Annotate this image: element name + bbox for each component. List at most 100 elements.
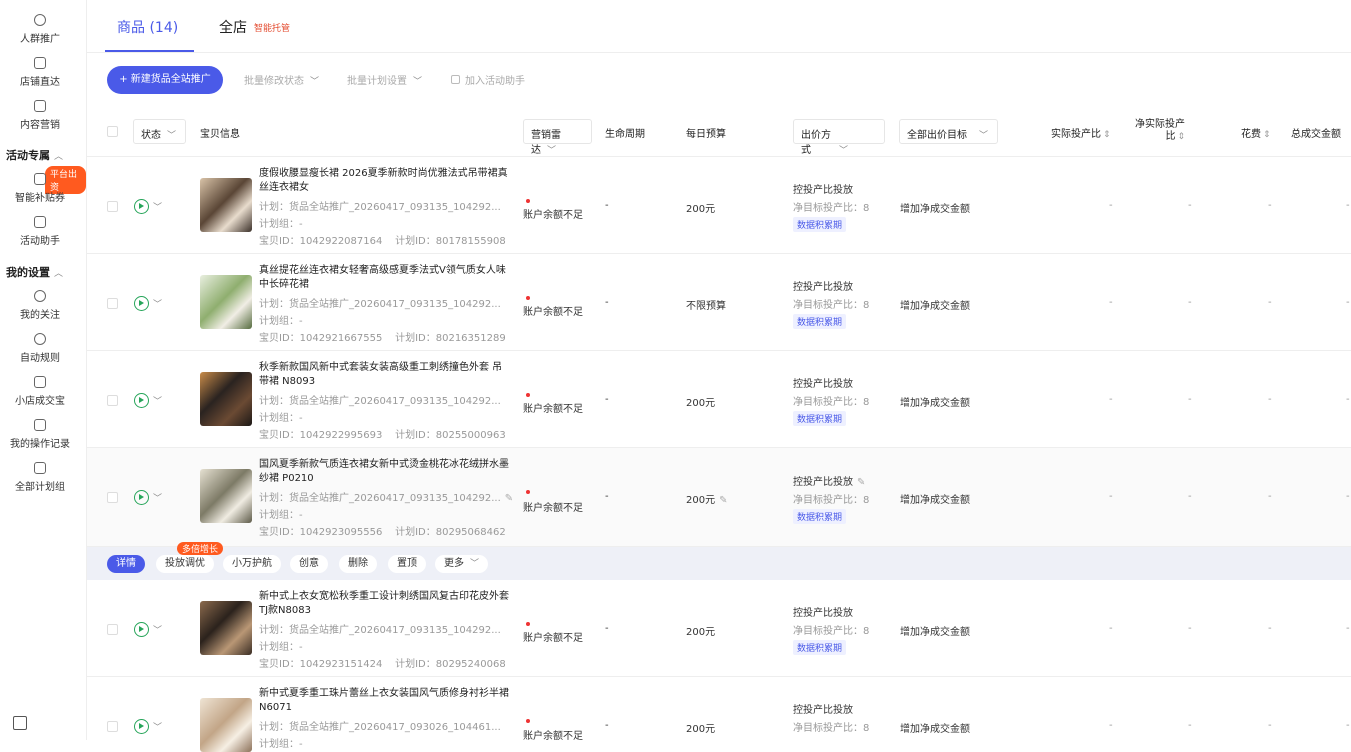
spend-value: -	[1268, 297, 1272, 308]
add-activity-label: 加入活动助手	[465, 76, 525, 87]
pin-button[interactable]: 置顶	[388, 555, 426, 573]
bid-target-header: 全部出价目标	[907, 130, 967, 141]
chevron-down-icon[interactable]: ﹀	[153, 200, 162, 213]
record-icon	[34, 419, 46, 431]
gmv-value: -	[1346, 200, 1350, 211]
status-dot	[526, 393, 530, 397]
more-label: 更多	[444, 558, 464, 569]
net-roi-header[interactable]: 净实际投产比 ⇕	[1130, 119, 1185, 143]
status-dot	[526, 296, 530, 300]
item-id: 宝贝ID：1042921667555	[259, 333, 383, 344]
sidebar-item-content[interactable]: 内容营销	[0, 100, 80, 131]
section-settings-label: 我的设置	[6, 266, 50, 279]
table-row[interactable]: ﹀ 度假收腰显瘦长裙 2026夏季新款时尚优雅法式吊带裙真丝连衣裙女 计划：货品…	[87, 157, 1351, 254]
product-title[interactable]: 新中式上衣女宽松秋季重工设计刺绣国风复古印花皮外套TJ款N8083	[259, 590, 511, 618]
chevron-down-icon[interactable]: ﹀	[153, 297, 162, 310]
sidebar-item-records[interactable]: 我的操作记录	[0, 419, 80, 450]
sidebar-item-crowd[interactable]: 人群推广	[0, 14, 80, 45]
bid-method-value: 控投产比投放	[793, 185, 853, 196]
sidebar-item-shop-deal[interactable]: 小店成交宝	[0, 376, 80, 407]
bid-method-value: 控投产比投放	[793, 608, 853, 619]
chevron-down-icon[interactable]: ﹀	[153, 491, 162, 504]
gmv-value: -	[1346, 491, 1350, 502]
product-title[interactable]: 真丝提花丝连衣裙女轻奢高级感夏季法式V领气质女人味中长碎花裙	[259, 264, 511, 292]
edit-icon[interactable]: ✎	[505, 493, 513, 504]
sidebar-item-plan-groups[interactable]: 全部计划组	[0, 462, 80, 493]
sidebar-item-auto-rules[interactable]: 自动规则	[0, 333, 80, 364]
net-target-value: 净目标投产比：8	[793, 495, 870, 506]
section-activity[interactable]: 活动专属 ︿	[6, 147, 63, 163]
table-row[interactable]: ﹀ 秋季新款国风新中式套装女装高级重工刺绣撞色外套 吊带裙 N8093 计划：货…	[87, 351, 1351, 448]
spend-header[interactable]: 花费 ⇕	[1241, 125, 1271, 140]
select-all-checkbox[interactable]	[107, 126, 118, 137]
creative-button[interactable]: 创意	[290, 555, 328, 573]
assistant-button[interactable]: 小万护航	[223, 555, 281, 573]
sidebar-item-label: 活动助手	[20, 236, 60, 247]
sidebar-item-label: 我的关注	[20, 310, 60, 321]
play-icon[interactable]	[134, 490, 149, 505]
product-title[interactable]: 新中式夏季重工珠片蕾丝上衣女装国风气质修身衬衫半裙 N6071	[259, 687, 511, 715]
table-row[interactable]: ﹀ 新中式夏季重工珠片蕾丝上衣女装国风气质修身衬衫半裙 N6071 计划：货品全…	[87, 677, 1351, 752]
batch-status-dropdown[interactable]: 批量修改状态 ﹀	[244, 72, 319, 87]
bid-method-filter[interactable]: 出价方式 ﹀	[793, 119, 885, 156]
row-checkbox[interactable]	[107, 721, 118, 732]
section-settings[interactable]: 我的设置 ︿	[6, 264, 63, 280]
product-title[interactable]: 度假收腰显瘦长裙 2026夏季新款时尚优雅法式吊带裙真丝连衣裙女	[259, 167, 511, 195]
chevron-down-icon[interactable]: ﹀	[153, 720, 162, 733]
table-row[interactable]: ﹀ 国风夏季新款气质连衣裙女新中式烫金桃花冰花绒拼水墨纱裙 P0210 计划：货…	[87, 448, 1351, 547]
net-roi-value: -	[1188, 491, 1192, 502]
product-title[interactable]: 国风夏季新款气质连衣裙女新中式烫金桃花冰花绒拼水墨纱裙 P0210	[259, 458, 511, 486]
more-dropdown[interactable]: 更多 ﹀	[435, 555, 489, 573]
sidebar-item-activity-assistant[interactable]: 活动助手	[0, 216, 80, 247]
chevron-down-icon[interactable]: ﹀	[153, 623, 162, 636]
new-promotion-button[interactable]: + 新建货品全站推广	[107, 66, 223, 94]
table-row[interactable]: ﹀ 真丝提花丝连衣裙女轻奢高级感夏季法式V领气质女人味中长碎花裙 计划：货品全站…	[87, 254, 1351, 351]
play-icon[interactable]	[134, 393, 149, 408]
sidebar-item-coupon[interactable]: 智能补贴券	[0, 173, 80, 204]
play-icon[interactable]	[134, 296, 149, 311]
tab-goods[interactable]: 商品 (14)	[104, 17, 195, 52]
tab-store[interactable]: 全店	[219, 17, 247, 37]
edit-icon[interactable]: ✎	[719, 495, 727, 506]
edit-icon[interactable]: ✎	[857, 477, 865, 488]
table-row[interactable]: ﹀ 新中式上衣女宽松秋季重工设计刺绣国风复古印花皮外套TJ款N8083 计划：货…	[87, 580, 1351, 677]
status-filter[interactable]: 状态 ﹀	[133, 119, 186, 144]
budget-cell: 200元 ✎	[686, 491, 727, 506]
assistant-icon	[34, 216, 46, 228]
sidebar-item-store[interactable]: 店铺直达	[0, 57, 80, 88]
details-button[interactable]: 详情	[107, 555, 145, 573]
lifecycle-value: -	[605, 491, 609, 502]
chevron-down-icon[interactable]: ﹀	[153, 394, 162, 407]
row-checkbox[interactable]	[107, 492, 118, 503]
plan-id: 计划ID：80255000963	[395, 430, 506, 441]
id-line: 宝贝ID：1042923151424 计划ID：80295240068	[259, 655, 506, 670]
chevron-up-icon: ︿	[54, 152, 64, 162]
row-checkbox[interactable]	[107, 298, 118, 309]
row-checkbox[interactable]	[107, 395, 118, 406]
status-header: 状态	[141, 130, 161, 141]
roi-value: -	[1109, 394, 1113, 405]
optimize-button[interactable]: 投放调优	[156, 555, 214, 573]
roi-value: -	[1109, 200, 1113, 211]
net-target-value: 净目标投产比：8	[793, 626, 870, 637]
budget-value: 200元	[686, 398, 716, 409]
video-icon	[34, 100, 46, 112]
roi-header[interactable]: 实际投产比 ⇕	[1051, 125, 1111, 140]
play-icon[interactable]	[134, 622, 149, 637]
status-dot	[526, 490, 530, 494]
row-checkbox[interactable]	[107, 624, 118, 635]
add-activity-button[interactable]: 加入活动助手	[451, 72, 525, 87]
marketing-radar-filter[interactable]: 营销雷达 ﹀	[523, 119, 592, 156]
batch-plan-dropdown[interactable]: 批量计划设置 ﹀	[347, 72, 422, 87]
play-icon[interactable]	[134, 719, 149, 734]
spend-value: -	[1268, 200, 1272, 211]
delete-button[interactable]: 删除	[339, 555, 377, 573]
sidebar-item-follow[interactable]: 我的关注	[0, 290, 80, 321]
collapse-menu-icon[interactable]	[13, 716, 27, 730]
net-target-value: 净目标投产比：8	[793, 300, 870, 311]
play-icon[interactable]	[134, 199, 149, 214]
product-image	[200, 601, 252, 655]
row-checkbox[interactable]	[107, 201, 118, 212]
product-title[interactable]: 秋季新款国风新中式套装女装高级重工刺绣撞色外套 吊带裙 N8093	[259, 361, 511, 389]
bid-target-filter[interactable]: 全部出价目标 ﹀	[899, 119, 998, 144]
